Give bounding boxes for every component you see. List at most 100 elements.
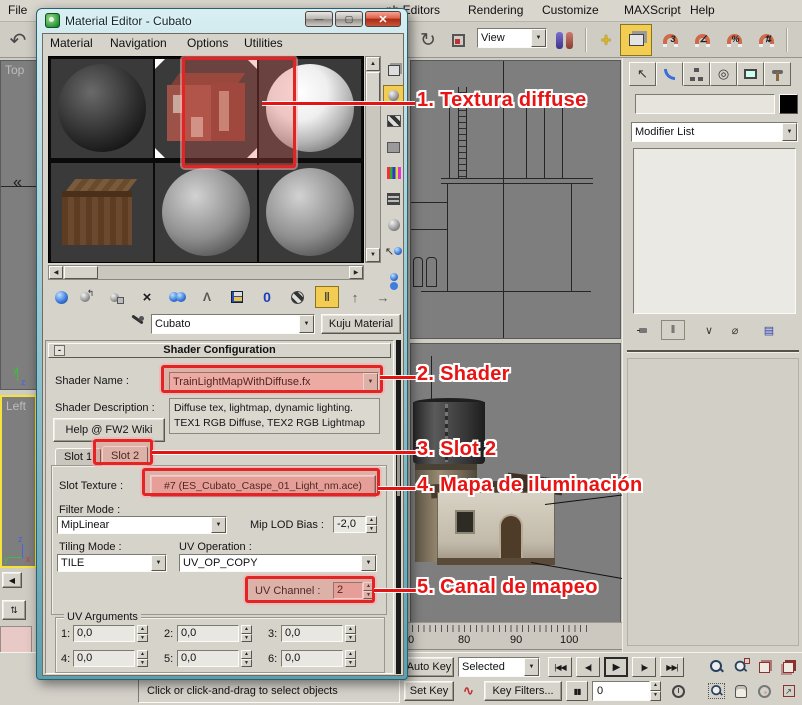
me-menu-utilities[interactable]: Utilities [244, 36, 283, 50]
pick-material-eyedropper-icon[interactable] [129, 316, 145, 332]
me-menu-navigation[interactable]: Navigation [110, 36, 167, 50]
show-end-result-stack-icon[interactable]: ‖ [661, 320, 685, 340]
minimize-button[interactable]: — [305, 11, 333, 27]
tab-create[interactable]: ↖ [629, 62, 656, 86]
time-configuration-icon[interactable] [668, 681, 689, 701]
material-options-icon[interactable] [383, 215, 404, 235]
mip-lod-bias-spinner[interactable]: ▲▼ [366, 516, 377, 533]
object-color-swatch[interactable] [779, 94, 798, 114]
material-type-button[interactable]: Kuju Material [321, 314, 401, 334]
zoom-extents-icon[interactable] [754, 657, 775, 677]
configure-modifier-sets-icon[interactable]: ▤ [757, 320, 781, 340]
material-slot-gray-sphere[interactable] [259, 163, 361, 262]
menu-maxscript[interactable]: MAXScript [624, 3, 681, 17]
snap-3d-icon[interactable]: 3 [656, 26, 684, 54]
viewport-left-active[interactable]: Left z y x [0, 395, 37, 568]
get-material-icon[interactable] [49, 286, 73, 308]
percent-snap-icon[interactable]: % [720, 26, 748, 54]
uv-arg-field[interactable]: 0,0 [73, 625, 135, 642]
material-slot-wood-cube[interactable] [51, 163, 153, 262]
key-curve-icon[interactable]: ∿ [458, 681, 479, 701]
sample-type-icon[interactable] [383, 60, 404, 80]
menu-rendering[interactable]: Rendering [468, 3, 523, 17]
chevron-down-icon[interactable]: ▼ [211, 517, 226, 533]
chevron-down-icon[interactable]: ▼ [531, 29, 546, 47]
key-mode-toggle-icon[interactable]: ▮▮ [566, 681, 588, 701]
chevron-down-icon[interactable]: ▼ [361, 555, 376, 571]
set-key-button[interactable]: Set Key [404, 681, 454, 701]
menu-file[interactable]: File [8, 3, 27, 17]
select-by-material-icon[interactable]: ↖ [383, 241, 404, 261]
material-name-dropdown[interactable]: Cubato ▼ [151, 314, 315, 334]
uv-arg-spinner[interactable]: ▲▼ [241, 650, 252, 667]
spinner-snap-icon[interactable]: ⇅ [752, 26, 780, 54]
sample-horizontal-scrollbar[interactable]: ◀ ▶ [48, 265, 364, 280]
zoom-icon[interactable] [706, 657, 727, 677]
material-slot-dark-sphere[interactable] [51, 59, 153, 158]
uv-arg-field[interactable]: 0,0 [177, 650, 239, 667]
assign-material-to-selection-icon[interactable] [105, 286, 129, 308]
auto-key-button[interactable]: Auto Key [404, 657, 454, 677]
background-icon[interactable] [383, 111, 404, 131]
mip-lod-bias-field[interactable]: -2,0 [333, 516, 366, 533]
zoom-extents-all-icon[interactable] [778, 657, 799, 677]
select-and-scale-icon[interactable] [444, 26, 472, 54]
tab-utilities[interactable] [764, 62, 791, 86]
go-to-start-button[interactable]: |◀◀ [548, 657, 572, 677]
show-map-in-viewport-icon[interactable] [285, 286, 309, 308]
uv-arg-field[interactable]: 0,0 [177, 625, 239, 642]
scroll-thumb[interactable] [64, 266, 98, 279]
undo-icon[interactable]: ↶ [4, 26, 32, 54]
tab-hierarchy[interactable] [683, 62, 710, 86]
chevron-down-icon[interactable]: ▼ [782, 123, 797, 141]
make-preview-icon[interactable] [383, 189, 404, 209]
uv-arg-spinner[interactable]: ▲▼ [345, 625, 356, 642]
previous-frame-button[interactable]: ◀| [576, 657, 600, 677]
maximize-button[interactable]: ▢ [335, 11, 363, 27]
uv-arg-spinner[interactable]: ▲▼ [137, 625, 148, 642]
uv-arg-spinner[interactable]: ▲▼ [241, 625, 252, 642]
min-max-toggle-icon[interactable]: ↗ [778, 681, 799, 701]
video-color-check-icon[interactable] [383, 163, 404, 183]
zoom-all-icon[interactable] [730, 657, 751, 677]
select-and-rotate-icon[interactable]: ↻ [414, 26, 442, 54]
make-unique-icon[interactable]: Λ [195, 286, 219, 308]
me-menu-options[interactable]: Options [187, 36, 228, 50]
put-to-library-icon[interactable] [225, 286, 249, 308]
rollout-scrollbar[interactable] [396, 340, 401, 674]
menu-customize[interactable]: Customize [542, 3, 599, 17]
current-frame-field[interactable]: 0 [592, 681, 650, 701]
snaps-toggle-button[interactable] [620, 24, 652, 56]
show-end-result-icon[interactable]: ‖ [315, 286, 339, 308]
key-filters-button[interactable]: Key Filters... [484, 681, 562, 701]
scroll-thumb[interactable] [366, 72, 380, 102]
modifier-stack-list[interactable] [633, 148, 796, 314]
arc-rotate-icon[interactable] [754, 681, 775, 701]
trackbar-mode-icon[interactable]: ⇅ [2, 600, 26, 620]
scroll-down-icon[interactable]: ▼ [366, 248, 380, 262]
go-to-parent-icon[interactable]: ↑ [343, 286, 367, 308]
sample-uv-tiling-icon[interactable] [383, 137, 404, 157]
go-forward-to-sibling-icon[interactable]: → [371, 286, 395, 308]
use-pivot-point-icon[interactable] [550, 26, 578, 54]
close-button[interactable]: ✕ [365, 11, 401, 27]
select-and-manipulate-icon[interactable]: + [592, 26, 620, 54]
modifier-list-dropdown[interactable]: Modifier List ▼ [631, 122, 798, 142]
me-menu-material[interactable]: Material [50, 36, 93, 50]
rollout-header[interactable]: - Shader Configuration [48, 343, 391, 358]
put-material-to-scene-icon[interactable]: ↰ [75, 286, 99, 308]
tab-motion[interactable]: ◎ [710, 62, 737, 86]
material-slot-gray-sphere[interactable] [155, 163, 257, 262]
reset-map-icon[interactable]: × [135, 286, 159, 308]
collapse-icon[interactable]: - [54, 345, 65, 356]
pin-stack-icon[interactable] [631, 320, 655, 340]
remove-modifier-icon[interactable]: ⌀ [723, 320, 747, 340]
go-to-end-button[interactable]: ▶▶| [660, 657, 684, 677]
tab-display[interactable] [737, 62, 764, 86]
object-name-field[interactable] [635, 94, 775, 114]
tab-modify[interactable] [656, 62, 683, 86]
material-id-channel-icon[interactable]: 0 [255, 286, 279, 308]
selection-set-dropdown[interactable]: Selected ▼ [458, 657, 540, 677]
play-button[interactable]: ▶ [604, 657, 628, 677]
uv-arg-field[interactable]: 0,0 [281, 625, 343, 642]
